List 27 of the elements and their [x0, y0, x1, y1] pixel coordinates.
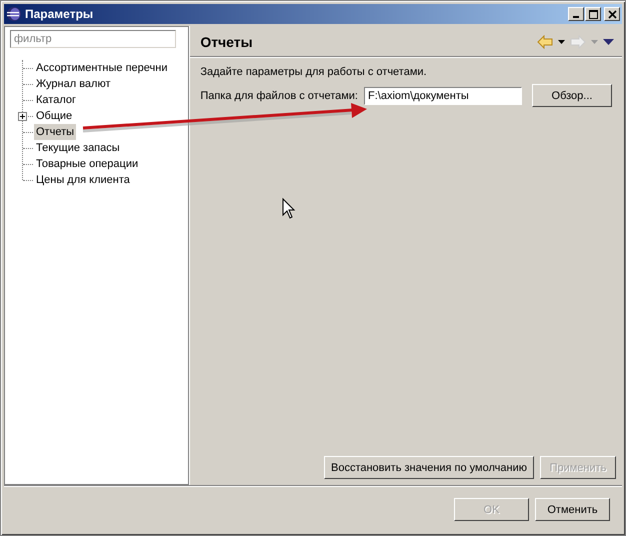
filter-field[interactable]: фильтр	[10, 30, 176, 48]
cursor-icon	[282, 198, 296, 219]
tree-item[interactable]: Ассортиментные перечни	[34, 60, 170, 76]
tree-item[interactable]: Товарные операции	[34, 156, 140, 172]
tree-item[interactable]: Журнал валют	[34, 76, 112, 92]
maximize-icon	[588, 10, 598, 18]
folder-path-field[interactable]: F:\axiom\документы	[364, 86, 522, 104]
close-icon	[608, 10, 616, 18]
maximize-button[interactable]	[585, 7, 601, 21]
window-title: Параметры	[25, 7, 94, 21]
field-label: Папка для файлов с отчетами:	[200, 90, 358, 102]
tree-item[interactable]: Отчеты	[34, 124, 76, 140]
expand-icon[interactable]	[18, 112, 27, 120]
tree-item[interactable]: Каталог	[34, 92, 78, 108]
menu-icon[interactable]	[603, 39, 614, 45]
cancel-button[interactable]: Отменить	[535, 498, 610, 521]
app-icon	[6, 6, 22, 22]
dropdown-icon[interactable]	[558, 40, 565, 44]
restore-defaults-button[interactable]: Восстановить значения по умолчанию	[324, 456, 534, 479]
page-title: Отчеты	[200, 34, 253, 50]
browse-button[interactable]: Обзор...	[532, 84, 612, 107]
tree-item[interactable]: Текущие запасы	[34, 140, 122, 156]
tree-item[interactable]: Общие	[34, 108, 74, 124]
description-text: Задайте параметры для работы с отчетами.	[200, 66, 428, 78]
minimize-button[interactable]	[568, 7, 584, 21]
tree-item[interactable]: Цены для клиента	[34, 172, 132, 188]
close-button[interactable]	[604, 7, 620, 21]
